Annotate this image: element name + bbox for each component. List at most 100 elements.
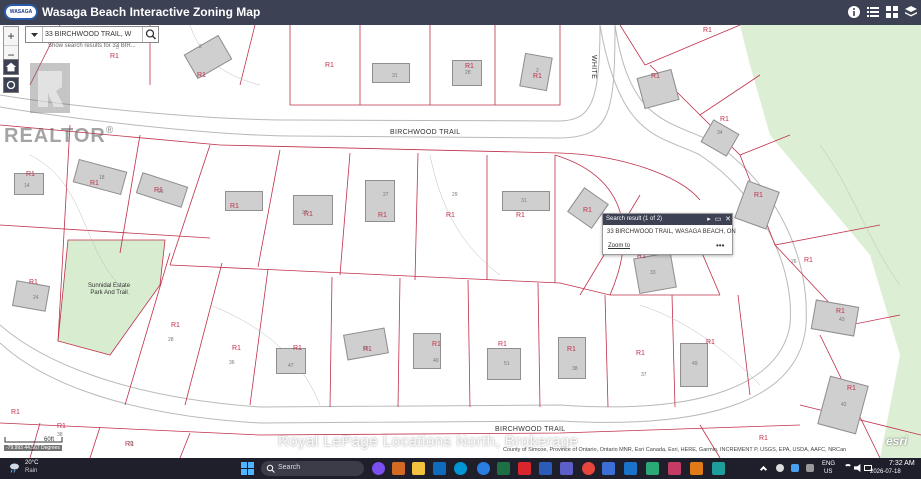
zone-label: R1 [29, 279, 38, 286]
zone-label: R1 [533, 73, 542, 80]
hp-icon[interactable] [454, 462, 467, 475]
popup-more-menu[interactable]: ••• [716, 241, 724, 250]
parcel-map-graphics [0, 25, 921, 458]
zone-label: R1 [325, 62, 334, 69]
popup-next-icon[interactable]: ▸ [705, 215, 713, 224]
lot-number: 21 [158, 189, 164, 195]
help-icon[interactable] [477, 462, 490, 475]
building-footprint [293, 195, 333, 225]
file-explorer-icon[interactable] [412, 462, 425, 475]
zone-label: R1 [754, 192, 763, 199]
lot-number: 26 [791, 259, 797, 265]
taskbar-search-box[interactable]: Search [261, 461, 364, 476]
lot-number: 33 [650, 270, 656, 276]
weather-rain-icon[interactable] [9, 462, 20, 473]
chrome-icon[interactable] [582, 462, 595, 475]
basemap-gallery-icon[interactable] [885, 5, 899, 19]
volume-icon[interactable] [854, 464, 861, 472]
lot-number: 38 [572, 366, 578, 372]
wifi-icon[interactable] [844, 464, 852, 472]
legend-list-icon[interactable] [866, 5, 880, 19]
lot-number: 42 [841, 402, 847, 408]
scale-bar [4, 437, 63, 443]
lot-number: 31 [521, 198, 527, 204]
zone-label: R1 [171, 322, 180, 329]
zone-label: R1 [720, 116, 729, 123]
search-button[interactable] [142, 27, 158, 42]
search-source-dropdown[interactable] [26, 27, 43, 42]
tray-app-icon[interactable] [791, 464, 799, 472]
zone-label: R1 [465, 63, 474, 70]
language-indicator[interactable]: ENG [822, 461, 835, 467]
lot-number: 40 [433, 358, 439, 364]
app-icon[interactable] [668, 462, 681, 475]
zone-label: R1 [232, 345, 241, 352]
layers-icon[interactable] [904, 5, 918, 19]
street-label-birchwood-north: BIRCHWOOD TRAIL [390, 129, 461, 136]
building-footprint [372, 63, 410, 83]
zone-label: R1 [636, 350, 645, 357]
zone-label: R1 [11, 409, 20, 416]
zone-label: R1 [516, 212, 525, 219]
lot-number: 27 [383, 192, 389, 198]
zone-label: R1 [57, 423, 66, 430]
outlook-new-icon[interactable] [624, 462, 637, 475]
excel-icon[interactable] [497, 462, 510, 475]
word-icon[interactable] [539, 462, 552, 475]
weather-temperature[interactable]: 20°C [25, 460, 38, 466]
tray-app-icon[interactable] [806, 464, 814, 472]
zone-label: R1 [378, 212, 387, 219]
search-input[interactable] [45, 28, 141, 41]
zone-label: R1 [90, 180, 99, 187]
tray-chevron-up-icon[interactable] [759, 465, 768, 474]
lot-number: 2 [199, 44, 202, 50]
zone-label: R1 [583, 207, 592, 214]
outlook-icon[interactable] [433, 462, 446, 475]
keyboard-region[interactable]: US [824, 469, 832, 475]
taskbar-search-label: Search [278, 464, 301, 471]
zone-label: R1 [230, 203, 239, 210]
zone-label: R1 [759, 435, 768, 442]
lot-number: 43 [839, 317, 845, 323]
locate-icon[interactable] [3, 77, 19, 93]
app-icon[interactable] [712, 462, 725, 475]
clock-date[interactable]: 2026-07-18 [870, 469, 901, 475]
popup-zoom-to-link[interactable]: Zoom to [608, 243, 630, 249]
map-view[interactable]: R1 R1 R1 R1 R1 R1 R1 R1 R1 R1 R1 R1 R1 R… [0, 25, 921, 458]
lot-number: 28 [465, 70, 471, 76]
weather-condition[interactable]: Rain [25, 468, 37, 474]
security-app-icon[interactable] [646, 462, 659, 475]
lot-number: 47 [288, 363, 294, 369]
zoom-in-button[interactable]: + [4, 27, 18, 46]
lot-number: 24 [33, 295, 39, 301]
windows-start-icon[interactable] [241, 462, 254, 475]
home-icon[interactable] [3, 59, 19, 75]
acrobat-icon[interactable] [518, 462, 531, 475]
building-footprint [558, 337, 586, 379]
popup-maximize-icon[interactable]: ▭ [714, 215, 722, 224]
popup-close-icon[interactable]: ✕ [724, 215, 732, 224]
lot-number: 14 [24, 183, 30, 189]
widgets-icon[interactable] [392, 462, 405, 475]
info-icon[interactable] [847, 5, 861, 19]
popup-address: 33 BIRCHWOOD TRAIL, WASAGA BEACH, ON [607, 229, 736, 235]
app-logo: WASAGA [4, 4, 38, 20]
lot-number: 2 [536, 68, 539, 74]
zone-label: R1 [836, 308, 845, 315]
app-icon[interactable] [690, 462, 703, 475]
search-result-popup[interactable]: Search result (1 of 2) ▸ ▭ ✕ 33 BIRCHWOO… [602, 213, 736, 255]
search-suggestion[interactable]: Show search results for 33 BIR... [48, 43, 136, 49]
teams-icon[interactable] [560, 462, 573, 475]
coordinate-readout: -79.993 44.567 Degrees [4, 445, 62, 451]
copilot-icon[interactable] [372, 462, 385, 475]
lot-number: 31 [392, 73, 398, 79]
lot-number: 18 [99, 175, 105, 181]
lot-number: 36 [229, 360, 235, 366]
notifications-app-icon[interactable] [602, 462, 615, 475]
clock-time[interactable]: 7:32 AM [889, 460, 915, 467]
chevron-down-icon [31, 33, 38, 37]
lot-number: 45 [363, 346, 369, 352]
lot-number: 33 [128, 441, 134, 447]
zone-label: R1 [432, 341, 441, 348]
tray-app-icon[interactable] [776, 464, 784, 472]
